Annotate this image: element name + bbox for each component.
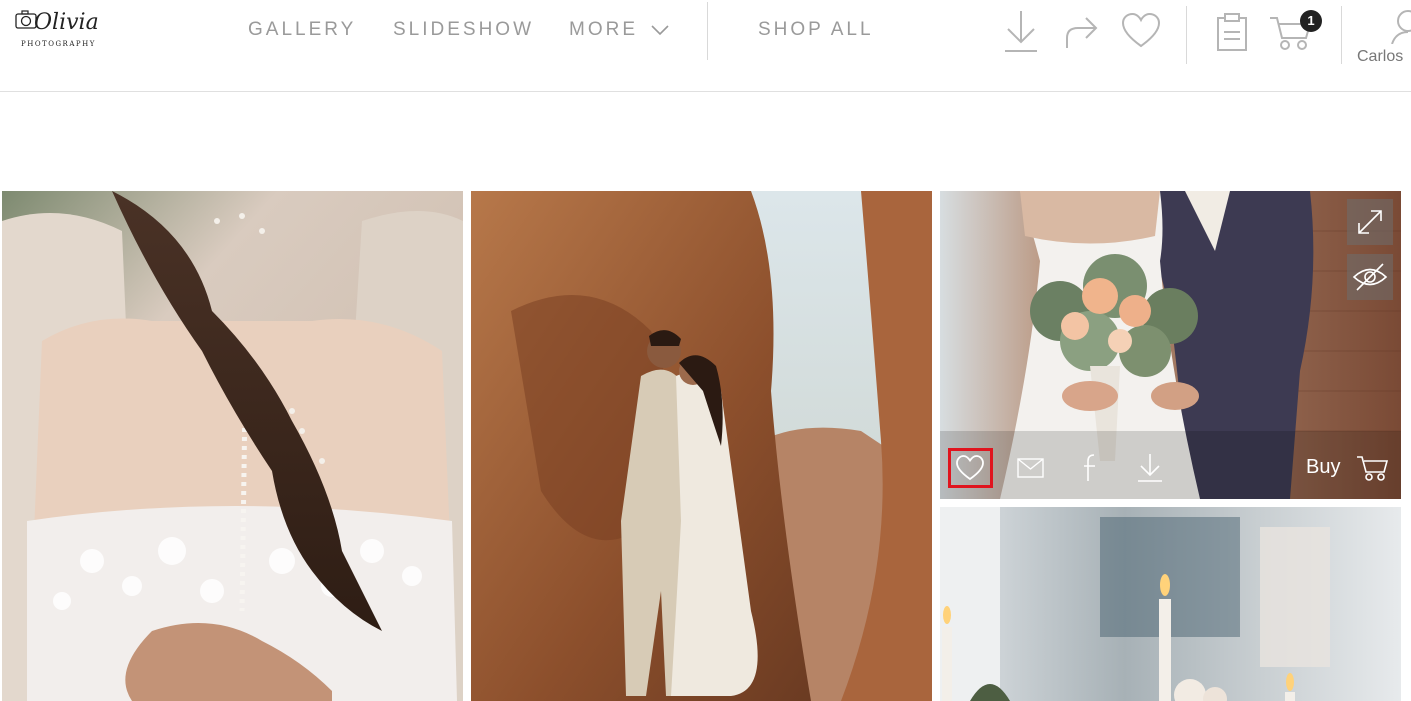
mail-icon xyxy=(1017,458,1044,478)
user-name[interactable]: Carlos xyxy=(1357,48,1403,66)
photo-facebook-button[interactable] xyxy=(1082,453,1100,488)
gallery-photo-canyon-couple[interactable] xyxy=(471,191,932,701)
orders-button[interactable] xyxy=(1216,12,1248,52)
top-header: Olivia PHOTOGRAPHY GALLERY SLIDESHOW MOR… xyxy=(0,0,1411,92)
photo-image xyxy=(471,191,932,701)
photo-image xyxy=(940,507,1401,701)
cart-icon xyxy=(1357,456,1388,481)
logo-subtitle-text: PHOTOGRAPHY xyxy=(21,40,96,48)
clipboard-icon xyxy=(1217,13,1247,51)
photo-email-button[interactable] xyxy=(1017,457,1045,484)
cart-count-badge: 1 xyxy=(1300,10,1322,32)
hide-photo-button[interactable] xyxy=(1347,254,1393,300)
icon-divider xyxy=(1186,6,1187,64)
user-divider xyxy=(1341,6,1342,64)
nav-divider xyxy=(707,2,708,60)
logo-brand-text: Olivia xyxy=(34,10,99,35)
heart-icon xyxy=(1121,12,1161,48)
facebook-icon xyxy=(1084,454,1095,481)
download-all-button[interactable] xyxy=(1003,8,1039,54)
brand-logo[interactable]: Olivia PHOTOGRAPHY xyxy=(14,6,99,52)
user-account-button[interactable] xyxy=(1388,8,1411,44)
nav-more-label: MORE xyxy=(569,19,638,40)
nav-gallery[interactable]: GALLERY xyxy=(248,19,356,41)
download-icon xyxy=(1005,11,1037,52)
gallery-photo-bride-back[interactable] xyxy=(2,191,463,701)
photo-image xyxy=(2,191,463,701)
buy-label: Buy xyxy=(1306,456,1341,478)
share-icon xyxy=(1066,17,1098,48)
hide-icon xyxy=(1352,263,1388,291)
user-icon xyxy=(1391,10,1411,44)
photo-buy-button[interactable]: Buy xyxy=(1306,452,1388,484)
nav-more[interactable]: MORE xyxy=(569,19,670,41)
expand-photo-button[interactable] xyxy=(1347,199,1393,245)
nav-shop-all[interactable]: SHOP ALL xyxy=(758,19,874,41)
photo-download-button[interactable] xyxy=(1136,452,1164,489)
chevron-down-icon xyxy=(651,25,669,36)
nav-slideshow[interactable]: SLIDESHOW xyxy=(393,19,534,41)
highlight-box xyxy=(948,448,993,488)
share-button[interactable] xyxy=(1064,12,1100,52)
favorites-button[interactable] xyxy=(1121,12,1161,50)
expand-icon xyxy=(1358,210,1382,234)
download-icon xyxy=(1138,454,1162,482)
gallery-photo-candles[interactable] xyxy=(940,507,1401,701)
